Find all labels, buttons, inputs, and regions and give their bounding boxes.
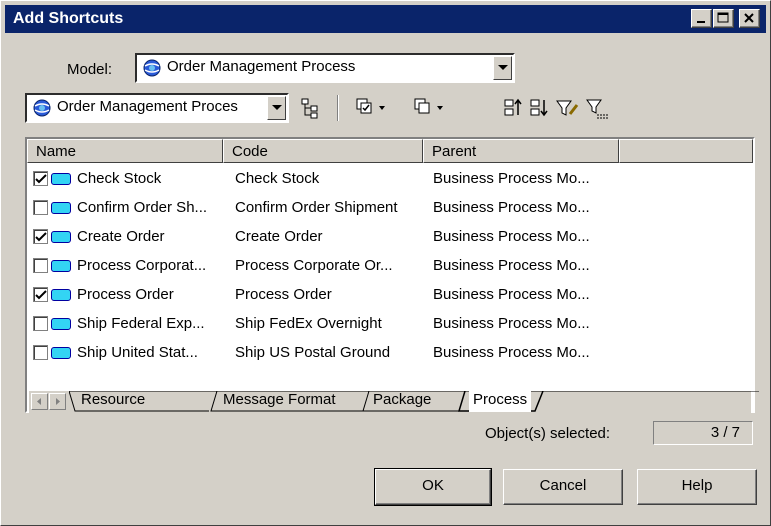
model-label: Model: <box>67 61 113 78</box>
row-name: Confirm Order Sh... <box>77 199 208 216</box>
row-code: Process Order <box>235 286 332 303</box>
selected-count-value: 3 / 7 <box>710 424 740 441</box>
tab-package[interactable]: Package <box>373 391 431 411</box>
filter-model-value: Order Management Proces <box>57 98 238 115</box>
filter-model-dropdown-button[interactable] <box>267 96 286 120</box>
help-button[interactable]: Help <box>637 469 757 505</box>
minimize-icon <box>697 21 705 23</box>
process-icon <box>51 289 71 301</box>
row-checkbox[interactable] <box>33 171 48 186</box>
maximize-icon <box>717 12 729 23</box>
checkmark-icon <box>35 232 47 242</box>
selected-count-label: Object(s) selected: <box>485 425 611 442</box>
checkmark-icon <box>35 290 47 300</box>
tab-process[interactable]: Process <box>469 391 532 412</box>
row-checkbox[interactable] <box>33 200 48 215</box>
row-checkbox[interactable] <box>33 229 48 244</box>
toolbar-separator <box>337 95 339 121</box>
tab-scroll-right-button[interactable] <box>49 393 66 410</box>
process-icon <box>51 347 71 359</box>
process-icon <box>51 173 71 185</box>
row-parent: Business Process Mo... <box>433 257 590 274</box>
row-checkbox[interactable] <box>33 287 48 302</box>
model-select-value: Order Management Process <box>167 58 356 75</box>
row-checkbox[interactable] <box>33 258 48 273</box>
row-name: Check Stock <box>77 170 162 187</box>
row-code: Confirm Order Shipment <box>235 199 398 216</box>
list-item[interactable]: Process Corporat... Process Corporate Or.… <box>27 252 753 281</box>
add-shortcuts-dialog: Add Shortcuts Model: Order Management Pr… <box>0 0 771 526</box>
list-item[interactable]: Create Order Create Order Business Process… <box>27 223 753 252</box>
tab-resource[interactable]: Resource <box>81 391 145 411</box>
deselect-all-icon[interactable] <box>413 97 447 119</box>
minimize-button[interactable] <box>691 9 712 28</box>
model-dropdown-button[interactable] <box>493 56 512 80</box>
row-name: Process Order <box>77 286 174 303</box>
row-parent: Business Process Mo... <box>433 286 590 303</box>
tab-scroll-left-button[interactable] <box>31 393 48 410</box>
process-icon <box>51 231 71 243</box>
cancel-button[interactable]: Cancel <box>503 469 623 505</box>
row-code: Process Corporate Or... <box>235 257 393 274</box>
close-icon <box>744 13 754 23</box>
maximize-button[interactable] <box>713 9 734 28</box>
row-name: Create Order <box>77 228 165 245</box>
row-name: Ship Federal Exp... <box>77 315 205 332</box>
column-header-parent[interactable]: Parent <box>423 139 619 163</box>
chevron-down-icon <box>272 105 282 110</box>
row-checkbox[interactable] <box>33 345 48 360</box>
hierarchy-icon[interactable] <box>299 97 321 119</box>
process-icon <box>51 202 71 214</box>
chevron-down-icon <box>498 65 508 70</box>
filter-list-icon[interactable] <box>585 97 611 119</box>
tab-message-format[interactable]: Message Format <box>223 391 336 411</box>
list-item[interactable]: Check Stock Check Stock Business Process M… <box>27 165 753 194</box>
column-header-empty <box>619 139 753 163</box>
row-code: Ship US Postal Ground <box>235 344 391 361</box>
row-name: Ship United Stat... <box>77 344 198 361</box>
list-item[interactable]: Process Order Process Order Business Proce… <box>27 281 753 310</box>
model-select[interactable]: Order Management Process <box>135 53 515 83</box>
checkmark-icon <box>35 174 47 184</box>
process-icon <box>51 260 71 272</box>
list-item[interactable]: Confirm Order Sh... Confirm Order Shipmen… <box>27 194 753 223</box>
move-down-icon[interactable] <box>529 97 551 119</box>
row-parent: Business Process Mo... <box>433 315 590 332</box>
chevron-left-icon <box>37 398 41 405</box>
row-code: Create Order <box>235 228 323 245</box>
selected-count-box: 3 / 7 <box>653 421 753 445</box>
globe-model-icon <box>143 59 161 77</box>
row-code: Check Stock <box>235 170 320 187</box>
close-button[interactable] <box>739 9 760 28</box>
row-checkbox[interactable] <box>33 316 48 331</box>
ok-button[interactable]: OK <box>374 468 492 506</box>
row-name: Process Corporat... <box>77 257 207 274</box>
row-parent: Business Process Mo... <box>433 344 590 361</box>
list-item[interactable]: Ship United Stat... Ship US Postal Ground… <box>27 339 753 368</box>
filter-icon[interactable] <box>555 97 581 119</box>
column-header-name[interactable]: Name <box>27 139 223 163</box>
chevron-right-icon <box>56 398 60 405</box>
list-item[interactable]: Ship Federal Exp... Ship FedEx Overnight B… <box>27 310 753 339</box>
dialog-title: Add Shortcuts <box>13 10 124 27</box>
title-bar[interactable]: Add Shortcuts <box>5 5 766 33</box>
process-icon <box>51 318 71 330</box>
row-parent: Business Process Mo... <box>433 228 590 245</box>
filter-model-select[interactable]: Order Management Proces <box>25 93 289 123</box>
row-code: Ship FedEx Overnight <box>235 315 382 332</box>
row-parent: Business Process Mo... <box>433 199 590 216</box>
column-header-code[interactable]: Code <box>223 139 423 163</box>
row-parent: Business Process Mo... <box>433 170 590 187</box>
select-all-icon[interactable] <box>355 97 389 119</box>
move-up-icon[interactable] <box>503 97 525 119</box>
globe-model-icon <box>33 99 51 117</box>
object-type-tabs: Resource Message Format Package Process <box>29 391 759 413</box>
shortcut-list[interactable]: Name Code Parent Check Stock Check Stock B… <box>25 137 759 413</box>
